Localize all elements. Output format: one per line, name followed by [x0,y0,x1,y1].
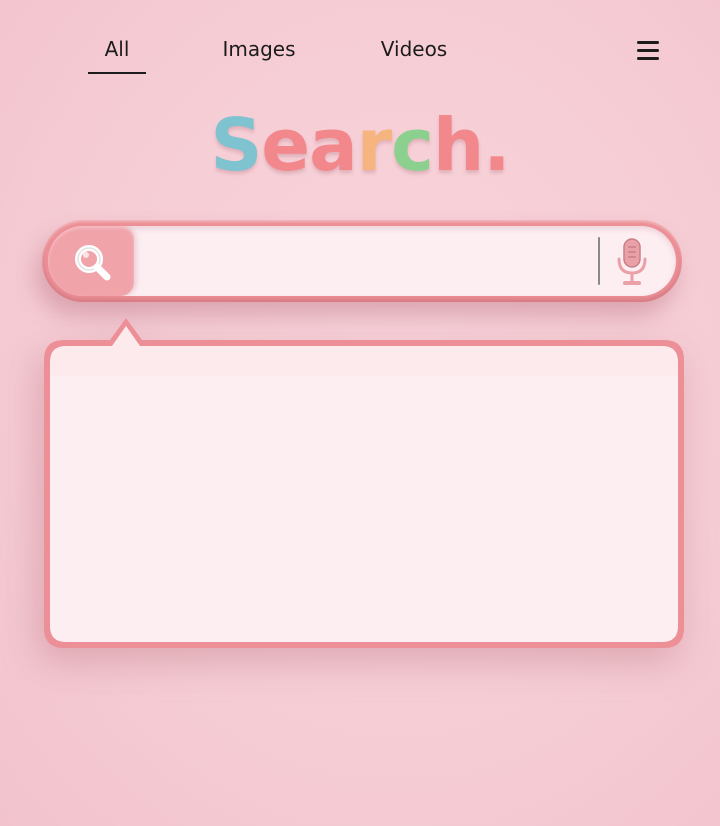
tab-videos[interactable]: Videos [368,36,460,62]
search-input[interactable] [142,236,586,288]
search-field-container [48,226,676,296]
logo-letter: . [483,103,510,187]
results-panel [42,316,686,652]
hamburger-menu-icon[interactable] [637,41,659,61]
logo-letter: a [309,103,358,187]
logo-letter: h [432,103,484,187]
search-button[interactable] [48,226,134,296]
tab-all[interactable]: All [88,36,146,62]
search-bar [42,220,682,302]
magnifier-icon [75,245,111,281]
logo-letter: e [261,103,310,187]
search-logo: Search. [0,102,720,188]
tab-images[interactable]: Images [208,36,310,62]
logo-letter: S [210,103,262,187]
mic-divider [598,237,600,285]
microphone-icon[interactable] [615,237,649,287]
logo-letter: r [356,103,393,187]
active-tab-indicator [88,72,146,74]
logo-letter: c [391,103,434,187]
results-content [72,366,652,626]
